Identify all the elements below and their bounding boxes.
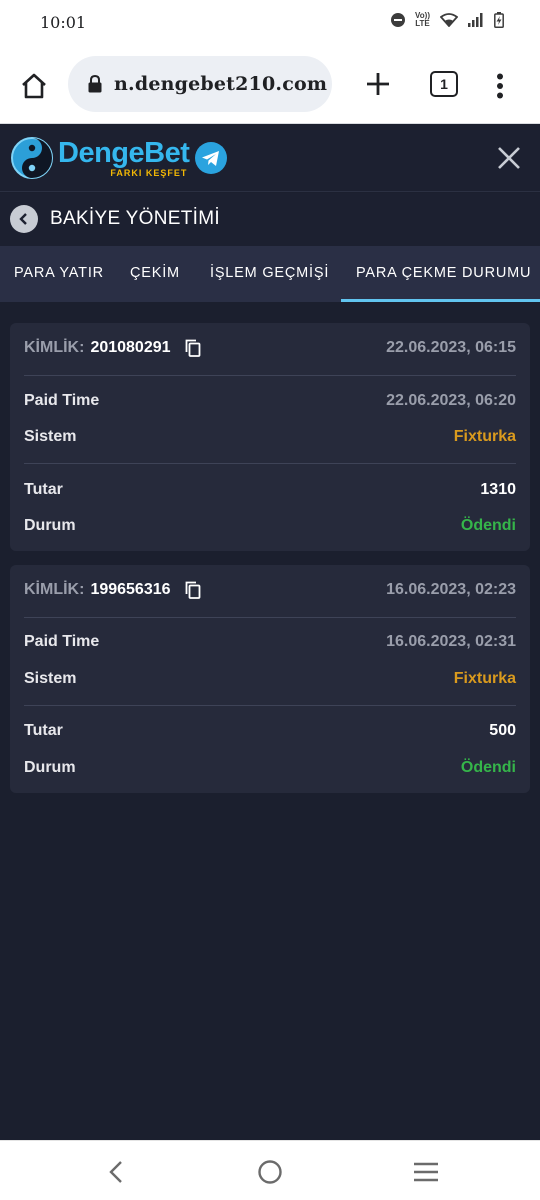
site-header: DengeBet FARKI KEŞFET [0,125,540,192]
page-title: BAKİYE YÖNETİMİ [50,208,220,229]
amount-row: Tutar 500 [24,722,516,740]
status-label: Durum [24,517,76,534]
system-navigation-bar [0,1140,540,1200]
paid-time-row: Paid Time 22.06.2023, 06:20 [24,392,516,410]
tab-bar: PARA YATIR ÇEKİM İŞLEM GEÇMİŞİ PARA ÇEKM… [0,246,540,302]
status-time: 10:01 [40,13,87,32]
amount-value: 500 [489,722,516,739]
tab-islem-gecmisi[interactable]: İŞLEM GEÇMİŞİ [210,246,329,302]
tab-para-cekme-durumu[interactable]: PARA ÇEKME DURUMU [341,246,540,302]
logo-slogan: FARKI KEŞFET [110,168,188,178]
divider [24,617,516,618]
amount-row: Tutar 1310 [24,481,516,499]
system-row: Sistem Fixturka [24,428,516,446]
status-value: Ödendi [460,759,516,776]
system-value: Fixturka [453,670,516,687]
nav-back-button[interactable] [100,1157,132,1187]
status-label: Durum [24,759,76,776]
withdrawal-card: KİMLİK: 199656316 16.06.2023, 02:23 Paid … [10,565,530,793]
logo-text: DengeBet FARKI KEŞFET [58,137,190,178]
tab-para-yatir[interactable]: PARA YATIR [14,246,104,302]
id-label: KİMLİK: [24,339,85,357]
telegram-icon[interactable] [195,142,228,174]
nav-back-icon [109,1161,122,1183]
tab-cekim[interactable]: ÇEKİM [130,246,180,302]
card-header-row: KİMLİK: 199656316 16.06.2023, 02:23 [24,581,516,599]
status-value: Ödendi [460,517,516,534]
close-button[interactable] [496,145,522,171]
paid-time-label: Paid Time [24,392,100,409]
back-arrow-icon [19,213,27,225]
divider [24,375,516,376]
system-value: Fixturka [453,428,516,445]
signal-icon [468,13,483,27]
amount-label: Tutar [24,481,63,498]
new-tab-button[interactable] [360,66,396,102]
nav-home-button[interactable] [254,1157,286,1187]
browser-menu-button[interactable] [488,68,512,104]
page-header: BAKİYE YÖNETİMİ [0,193,540,246]
tab-switcher-button[interactable]: 1 [430,71,458,97]
more-vert-icon [497,73,503,99]
address-bar[interactable]: n.dengebet210.com [68,56,332,112]
withdrawal-card: KİMLİK: 201080291 22.06.2023, 06:15 Paid … [10,323,530,551]
browser-home-button[interactable] [16,68,52,104]
copy-icon[interactable] [185,339,201,357]
divider [24,463,516,464]
nav-recents-icon [414,1162,438,1182]
system-label: Sistem [24,670,77,687]
paid-time-value: 22.06.2023, 06:20 [386,392,516,409]
amount-label: Tutar [24,722,63,739]
nav-home-icon [258,1160,282,1184]
system-row: Sistem Fixturka [24,670,516,688]
divider [24,705,516,706]
browser-toolbar: n.dengebet210.com 1 [0,46,540,124]
paid-time-value: 16.06.2023, 02:31 [386,633,516,650]
created-date: 16.06.2023, 02:23 [386,581,516,599]
yin-yang-logo-icon [11,137,53,179]
do-not-disturb-icon [391,13,406,27]
back-button[interactable] [10,205,38,233]
url-text: n.dengebet210.com [114,73,328,95]
id-label: KİMLİK: [24,581,85,599]
nav-recents-button[interactable] [410,1157,442,1187]
status-row: Durum Ödendi [24,517,516,535]
home-icon [22,73,46,99]
status-icons: Vo)) LTE [391,12,504,28]
plus-icon [367,73,389,95]
volte-indicator: Vo)) LTE [415,11,430,28]
paid-time-row: Paid Time 16.06.2023, 02:31 [24,633,516,651]
withdrawal-id: 199656316 [90,581,171,599]
amount-value: 1310 [480,481,516,498]
card-header-row: KİMLİK: 201080291 22.06.2023, 06:15 [24,339,516,357]
battery-charging-icon [494,12,504,28]
close-icon [498,147,520,169]
status-bar: 10:01 Vo)) LTE [0,0,540,46]
tab-count: 1 [440,76,448,92]
status-row: Durum Ödendi [24,759,516,777]
site-logo[interactable]: DengeBet FARKI KEŞFET [10,135,228,181]
lock-icon [88,75,102,93]
created-date: 22.06.2023, 06:15 [386,339,516,357]
paid-time-label: Paid Time [24,633,100,650]
withdrawal-id: 201080291 [90,339,171,357]
wifi-icon [440,13,458,27]
system-label: Sistem [24,428,77,445]
copy-icon[interactable] [185,581,201,599]
